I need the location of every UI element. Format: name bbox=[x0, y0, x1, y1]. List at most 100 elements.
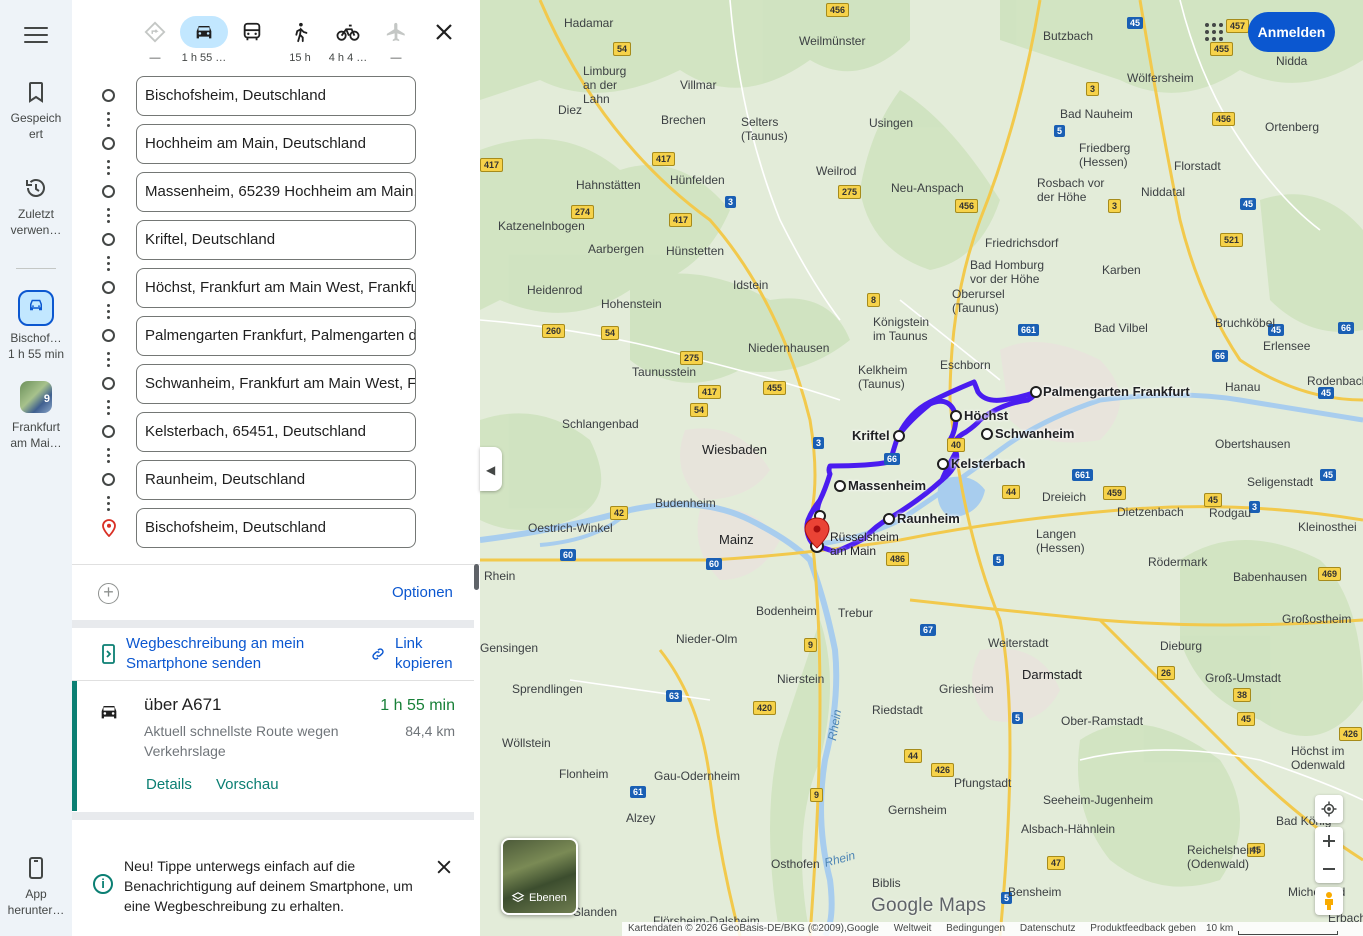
waypoint-row: Bischofsheim, Deutschland bbox=[72, 508, 480, 548]
zoom-in-button[interactable] bbox=[1315, 827, 1343, 855]
recent-button[interactable]: Zuletzt verwen… bbox=[0, 176, 72, 238]
feedback-link[interactable]: Produktfeedback geben bbox=[1090, 923, 1196, 934]
zoom-out-button[interactable] bbox=[1315, 855, 1343, 883]
waypoint-row: Höchst, Frankfurt am Main West, Frankfu bbox=[72, 268, 480, 308]
map-canvas[interactable]: 456 45 54 455 3 456 5 417 275 3 3 456 45… bbox=[480, 0, 1363, 936]
chevron-left-icon: ◀ bbox=[486, 463, 496, 477]
map-label: Dreieich bbox=[1042, 490, 1087, 504]
map-label: Reichelsheim (Odenwald) bbox=[1187, 843, 1260, 871]
map-label: Rödermark bbox=[1148, 555, 1208, 569]
route-stop-label[interactable]: Palmengarten Frankfurt bbox=[1043, 384, 1190, 399]
terms-link[interactable]: Bedingungen bbox=[946, 923, 1005, 934]
map-label: Wiesbaden bbox=[702, 442, 768, 457]
mode-transit[interactable] bbox=[228, 16, 276, 52]
route-stop-label[interactable]: Höchst bbox=[964, 408, 1008, 423]
panel-scrollbar[interactable] bbox=[474, 564, 479, 590]
add-destination-icon[interactable]: + bbox=[98, 583, 119, 604]
map-label: Nieder-Olm bbox=[676, 632, 738, 646]
map-label: Schlangenbad bbox=[562, 417, 639, 431]
waypoint-input[interactable]: Kelsterbach, 65451, Deutschland bbox=[136, 412, 416, 452]
map-label: Mainz bbox=[719, 532, 754, 547]
waypoint-input[interactable]: Schwanheim, Frankfurt am Main West, Fr bbox=[136, 364, 416, 404]
map-label: Darmstadt bbox=[1022, 667, 1082, 682]
map-label: Nierstein bbox=[777, 672, 825, 686]
route-stop-label[interactable]: Kelsterbach bbox=[951, 456, 1025, 471]
preview-button[interactable]: Vorschau bbox=[216, 776, 279, 793]
map-label: Aarbergen bbox=[588, 242, 645, 256]
place-label: Frankfurt am Mai… bbox=[10, 420, 62, 450]
map-label: Seligenstadt bbox=[1247, 475, 1314, 489]
mode-bike[interactable]: 4 h 4 … bbox=[324, 16, 372, 64]
collapse-panel-button[interactable]: ◀ bbox=[480, 447, 502, 491]
waypoint-input[interactable]: Bischofsheim, Deutschland bbox=[136, 76, 416, 116]
scale-label[interactable]: 10 km bbox=[1206, 922, 1233, 936]
map-label: Oestrich-Winkel bbox=[528, 521, 613, 535]
zoom-controls bbox=[1315, 827, 1343, 883]
route-stop-label[interactable]: Schwanheim bbox=[995, 426, 1074, 441]
map-label: Groß-Umstadt bbox=[1205, 671, 1282, 685]
map-label: Riedstadt bbox=[872, 703, 923, 717]
waypoint-circle-icon bbox=[102, 329, 115, 342]
mode-best[interactable]: — bbox=[131, 16, 179, 64]
route-stop-label[interactable]: Massenheim bbox=[848, 478, 926, 493]
map-label: Idstein bbox=[733, 278, 769, 292]
privacy-link[interactable]: Datenschutz bbox=[1020, 923, 1076, 934]
close-icon[interactable] bbox=[434, 857, 454, 877]
mode-flight[interactable]: — bbox=[372, 16, 420, 64]
map-label: Griesheim bbox=[939, 682, 994, 696]
waypoint-input[interactable]: Bischofsheim, Deutschland bbox=[136, 508, 416, 548]
mode-walk[interactable]: 15 h bbox=[276, 16, 324, 64]
details-button[interactable]: Details bbox=[146, 776, 192, 793]
waypoint-input[interactable]: Palmengarten Frankfurt, Palmengarten d bbox=[136, 316, 416, 356]
waypoint-input[interactable]: Hochheim am Main, Deutschland bbox=[136, 124, 416, 164]
mode-car[interactable]: 1 h 55 … bbox=[180, 16, 228, 64]
route-stop-label[interactable]: Kriftel bbox=[852, 428, 890, 443]
walk-icon bbox=[295, 22, 308, 43]
layers-icon bbox=[511, 892, 525, 903]
waypoint-input[interactable]: Kriftel, Deutschland bbox=[136, 220, 416, 260]
map-label: Alsbach-Hähnlein bbox=[1021, 822, 1116, 836]
plus-icon bbox=[1323, 835, 1335, 847]
route-stop-label[interactable]: Rüsselsheim am Main bbox=[830, 530, 899, 558]
street-view-button[interactable] bbox=[1315, 887, 1343, 915]
trip-label: Bischof… bbox=[10, 331, 62, 345]
map-label: Gensingen bbox=[480, 641, 539, 655]
region-link[interactable]: Weltweit bbox=[894, 923, 932, 934]
waypoint-circle-icon bbox=[102, 137, 115, 150]
layers-label: Ebenen bbox=[529, 892, 567, 904]
recent-place-item[interactable]: 9 Frankfurt am Mai… bbox=[0, 381, 72, 451]
phone-icon bbox=[29, 857, 43, 879]
my-location-button[interactable] bbox=[1315, 795, 1343, 823]
route-stop-label[interactable]: Raunheim bbox=[897, 511, 960, 526]
google-maps-logo: Google Maps bbox=[871, 895, 987, 916]
map-label: Hohenstein bbox=[601, 297, 662, 311]
send-to-phone-link[interactable]: Wegbeschreibung an mein Smartphone sende… bbox=[126, 634, 346, 674]
sign-in-button[interactable]: Anmelden bbox=[1248, 12, 1335, 52]
map-label: Kelkheim (Taunus) bbox=[858, 363, 908, 391]
car-icon bbox=[18, 290, 54, 326]
map-label: Wöllstein bbox=[502, 736, 551, 750]
map-label: Usingen bbox=[869, 116, 914, 130]
map-label: Rhein bbox=[484, 569, 516, 583]
waypoint-row: Bischofsheim, Deutschland bbox=[72, 76, 480, 116]
download-app-button[interactable]: App herunter… bbox=[0, 856, 72, 918]
recent-trip-item[interactable]: Bischof… 1 h 55 min bbox=[0, 290, 72, 362]
map-label: Bad Homburg vor der Höhe bbox=[970, 258, 1045, 286]
waypoint-input[interactable]: Raunheim, Deutschland bbox=[136, 460, 416, 500]
waypoint-input[interactable]: Massenheim, 65239 Hochheim am Main, bbox=[136, 172, 416, 212]
map-label: Obertshausen bbox=[1215, 437, 1291, 451]
info-icon: i bbox=[93, 874, 113, 894]
menu-icon[interactable] bbox=[24, 27, 48, 45]
options-button[interactable]: Optionen bbox=[392, 584, 453, 601]
route-description: Aktuell schnellste Route wegen Verkehrsl… bbox=[144, 723, 339, 759]
map-label: Langen (Hessen) bbox=[1036, 527, 1085, 555]
waypoint-circle-icon bbox=[102, 281, 115, 294]
layers-button[interactable]: Ebenen bbox=[501, 838, 578, 915]
mode-walk-time: 15 h bbox=[289, 52, 311, 64]
route-card[interactable]: über A671 Aktuell schnellste Route wegen… bbox=[72, 681, 474, 813]
waypoint-input[interactable]: Höchst, Frankfurt am Main West, Frankfu bbox=[136, 268, 416, 308]
apps-grid-icon[interactable] bbox=[1204, 22, 1224, 42]
saved-button[interactable]: Gespeich ert bbox=[0, 80, 72, 142]
close-icon[interactable] bbox=[432, 20, 456, 44]
copy-link-button[interactable]: Link kopieren bbox=[395, 634, 465, 674]
